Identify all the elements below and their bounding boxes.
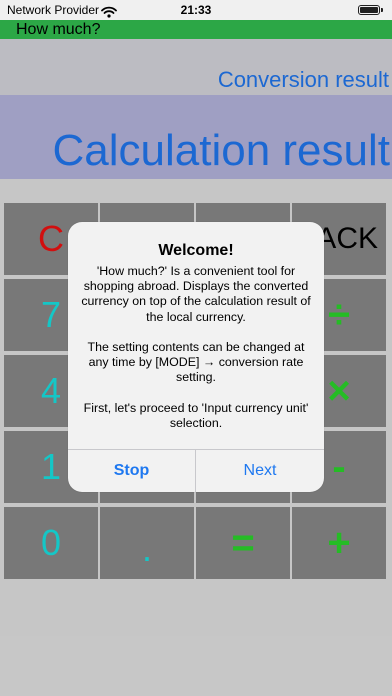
welcome-dialog: Welcome! 'How much?' Is a convenient too… bbox=[68, 222, 324, 492]
stop-button[interactable]: Stop bbox=[68, 450, 196, 492]
next-button[interactable]: Next bbox=[196, 450, 324, 492]
dialog-message-intro: 'How much?' Is a convenient tool for sho… bbox=[81, 264, 311, 324]
dialog-actions: Stop Next bbox=[68, 449, 324, 492]
dialog-message: 'How much?' Is a convenient tool for sho… bbox=[80, 264, 312, 431]
dialog-message-settings: The setting contents can be changed at a… bbox=[87, 340, 305, 385]
dialog-title: Welcome! bbox=[158, 242, 234, 259]
dialog-message-next-step: First, let's proceed to 'Input currency … bbox=[83, 400, 309, 430]
